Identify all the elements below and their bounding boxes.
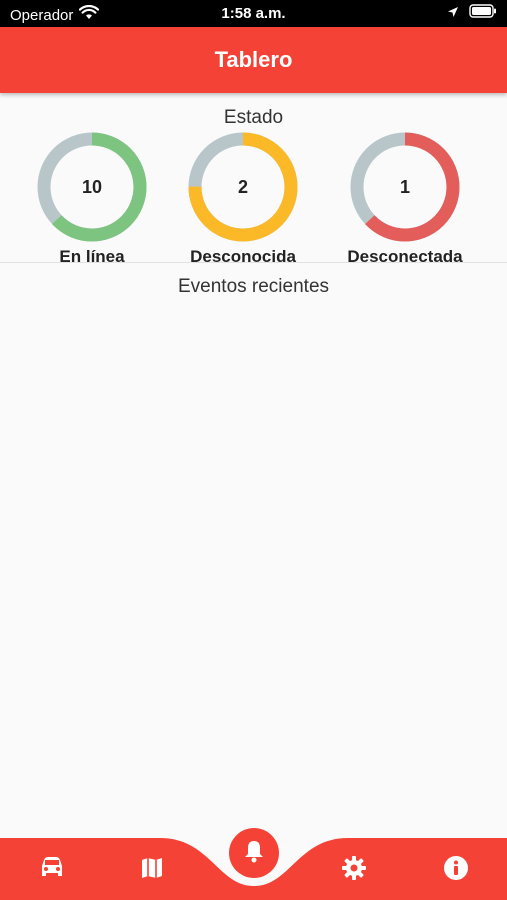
recent-events-title: Eventos recientes (177, 276, 330, 297)
gauge-value: 1 (400, 177, 410, 197)
nav-alerts-button[interactable] (229, 828, 279, 878)
nav-info-button[interactable] (434, 848, 478, 892)
status-section-title: Estado (223, 107, 284, 128)
gauge-online[interactable]: 10 En línea (27, 129, 157, 267)
info-icon (443, 855, 469, 886)
battery-icon (469, 4, 497, 22)
status-time: 1:58 a.m. (221, 5, 286, 22)
settings-icon (341, 855, 367, 886)
app-bar: Tablero (0, 27, 507, 93)
nav-vehicles-button[interactable] (30, 848, 74, 892)
gauge-label-disconnected: Desconectada (347, 247, 463, 266)
car-icon (38, 856, 66, 885)
gauge-online-ring: 10 (37, 132, 147, 242)
gauge-value: 2 (238, 177, 248, 197)
gauge-value: 10 (82, 177, 102, 197)
gauge-unknown-ring: 2 (188, 132, 298, 242)
gauge-disconnected[interactable]: 1 Desconectada (340, 129, 470, 267)
status-right (447, 4, 497, 22)
screen: Operador 1:58 a.m. Tablero Estado 10 En … (0, 0, 507, 900)
location-arrow-icon (447, 5, 459, 22)
bottom-nav (0, 828, 507, 900)
nav-settings-button[interactable] (332, 848, 376, 892)
status-bar: Operador 1:58 a.m. (0, 0, 507, 27)
map-icon (140, 856, 164, 885)
gauge-label-unknown: Desconocida (190, 247, 296, 266)
nav-map-button[interactable] (130, 848, 174, 892)
gauge-label-online: En línea (59, 247, 125, 266)
bell-icon (243, 839, 265, 868)
gauge-disconnected-ring: 1 (350, 132, 460, 242)
section-divider (0, 262, 507, 263)
gauge-unknown[interactable]: 2 Desconocida (178, 129, 308, 267)
page-title: Tablero (214, 47, 293, 72)
